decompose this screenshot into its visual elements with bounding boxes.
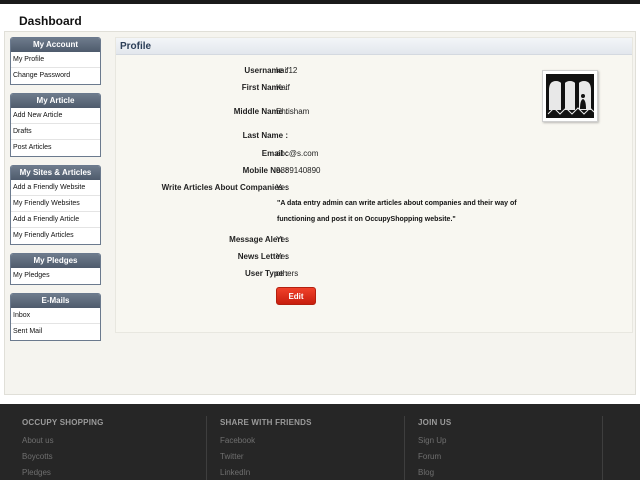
username-label: Username : — [244, 66, 288, 75]
write-articles-label: Write Articles About Companies : — [161, 183, 288, 192]
profile-title: Profile — [116, 38, 632, 55]
sidebar-item-my-friendly-articles[interactable]: My Friendly Articles — [11, 228, 100, 244]
my-sites-box: My Sites & Articles Add a Friendly Websi… — [10, 165, 101, 245]
emails-box: E-Mails Inbox Sent Mail — [10, 293, 101, 341]
message-alert-row: Message Alert : Yes — [116, 234, 536, 246]
news-letter-value: Yes — [276, 252, 290, 261]
top-bar — [0, 0, 640, 4]
message-alert-label: Message Alert : — [229, 235, 288, 244]
first-name-row: First Name : Kaif — [116, 82, 536, 94]
footer-heading-join-us: JOIN US — [418, 418, 452, 427]
news-letter-row: News Letter : Yes — [116, 251, 536, 263]
my-account-box: My Account My Profile Change Password — [10, 37, 101, 85]
footer-heading-share: SHARE WITH FRIENDS — [220, 418, 312, 427]
my-account-header: My Account — [11, 38, 100, 52]
user-type-label: User Type : — [245, 269, 288, 278]
message-alert-value: Yes — [276, 235, 290, 244]
email-label: Email : — [261, 149, 288, 158]
middle-name-label: Middle Name : — [233, 107, 288, 116]
footer: OCCUPY SHOPPING About us Boycotts Pledge… — [0, 404, 640, 480]
email-row: Email : abc@s.com — [116, 148, 536, 160]
profile-avatar — [542, 70, 598, 122]
footer-col-occupy-shopping: OCCUPY SHOPPING About us Boycotts Pledge… — [22, 418, 192, 480]
footer-link-linkedin[interactable]: LinkedIn — [220, 468, 390, 480]
footer-link-twitter[interactable]: Twitter — [220, 452, 390, 468]
edit-button[interactable]: Edit — [276, 287, 316, 305]
mobile-label: Mobile No. : — [242, 166, 288, 175]
footer-link-blog[interactable]: Blog — [418, 468, 588, 480]
emails-header: E-Mails — [11, 294, 100, 308]
sidebar-item-change-password[interactable]: Change Password — [11, 68, 100, 84]
write-articles-value: Yes — [276, 183, 290, 192]
user-type-row: User Type : others — [116, 268, 536, 280]
footer-col-share: SHARE WITH FRIENDS Facebook Twitter Link… — [220, 418, 390, 480]
sidebar-item-sent-mail[interactable]: Sent Mail — [11, 324, 100, 340]
my-sites-header: My Sites & Articles — [11, 166, 100, 180]
description-line-1: "A data entry admin can write articles a… — [277, 200, 517, 207]
footer-divider — [404, 416, 405, 480]
footer-link-sign-up[interactable]: Sign Up — [418, 436, 588, 452]
sidebar-item-my-pledges[interactable]: My Pledges — [11, 268, 100, 284]
footer-link-about-us[interactable]: About us — [22, 436, 192, 452]
footer-link-pledges[interactable]: Pledges — [22, 468, 192, 480]
username-value: kaif12 — [276, 66, 298, 75]
sidebar-item-post-articles[interactable]: Post Articles — [11, 140, 100, 156]
news-letter-label: News Letter : — [237, 252, 288, 261]
sidebar-item-drafts[interactable]: Drafts — [11, 124, 100, 140]
main-content: My Account My Profile Change Password My… — [4, 31, 636, 395]
footer-link-forum[interactable]: Forum — [418, 452, 588, 468]
sidebar-item-add-friendly-website[interactable]: Add a Friendly Website — [11, 180, 100, 196]
footer-link-boycotts[interactable]: Boycotts — [22, 452, 192, 468]
footer-divider — [602, 416, 603, 480]
footer-link-facebook[interactable]: Facebook — [220, 436, 390, 452]
footer-divider — [206, 416, 207, 480]
description-text: "A data entry admin can write articles a… — [277, 196, 577, 228]
sidebar-item-my-friendly-websites[interactable]: My Friendly Websites — [11, 196, 100, 212]
mobile-row: Mobile No. : 9889140890 — [116, 165, 536, 177]
sidebar-item-my-profile[interactable]: My Profile — [11, 52, 100, 68]
footer-heading-occupy-shopping: OCCUPY SHOPPING — [22, 418, 104, 427]
user-type-value: others — [276, 269, 299, 278]
last-name-row: Last Name : — [116, 130, 536, 142]
footer-col-join-us: JOIN US Sign Up Forum Blog — [418, 418, 588, 480]
mobile-value: 9889140890 — [276, 166, 321, 175]
middle-name-row: Middle Name : Ehtisham — [116, 106, 536, 118]
last-name-label: Last Name : — [242, 131, 288, 140]
avatar-image — [546, 74, 595, 118]
profile-panel: Profile Username : kaif12 First Name : K… — [115, 37, 633, 333]
sidebar-item-add-new-article[interactable]: Add New Article — [11, 108, 100, 124]
first-name-label: First Name : — [241, 83, 288, 92]
write-articles-row: Write Articles About Companies : Yes — [116, 182, 536, 194]
my-article-header: My Article — [11, 94, 100, 108]
page-title: Dashboard — [19, 14, 82, 28]
email-value: abc@s.com — [276, 149, 319, 158]
middle-name-value: Ehtisham — [276, 107, 310, 116]
description-line-2: functioning and post it on OccupyShoppin… — [277, 216, 456, 223]
sidebar-item-inbox[interactable]: Inbox — [11, 308, 100, 324]
first-name-value: Kaif — [276, 83, 290, 92]
sidebar-item-add-friendly-article[interactable]: Add a Friendly Article — [11, 212, 100, 228]
my-pledges-header: My Pledges — [11, 254, 100, 268]
username-row: Username : kaif12 — [116, 65, 536, 77]
